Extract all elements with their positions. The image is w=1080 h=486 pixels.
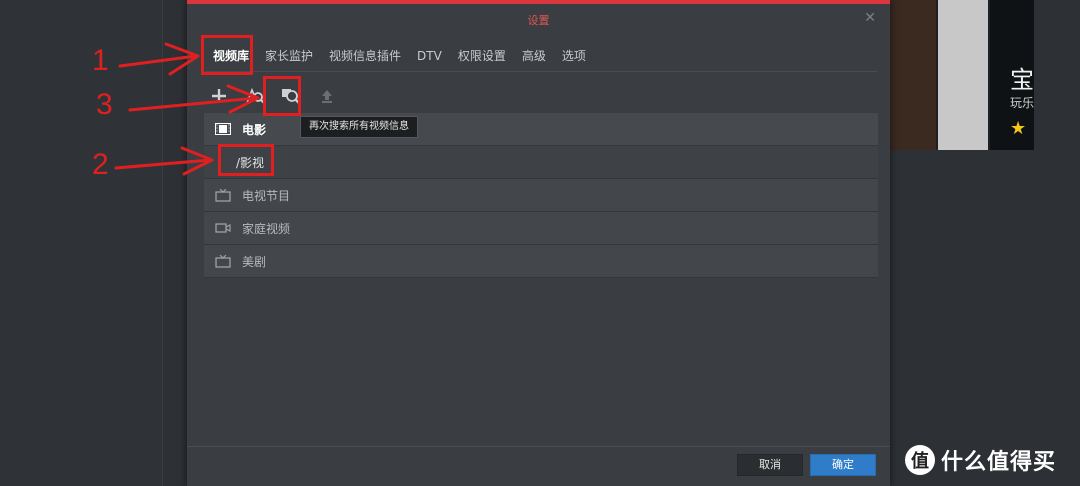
watermark-logo: 值 — [905, 445, 935, 475]
library-folder-path[interactable]: /影视 — [204, 146, 878, 179]
library-label: 电影 — [242, 122, 267, 137]
rescan-tooltip: 再次搜索所有视频信息 — [300, 116, 418, 138]
tab-parental-control[interactable]: 家长监护 — [257, 46, 321, 66]
library-row-home-videos[interactable]: 家庭视频 — [204, 212, 878, 245]
watermark: 值 什么值得买 — [905, 440, 1075, 480]
tv-icon — [214, 188, 232, 202]
video-camera-icon — [214, 221, 232, 235]
library-label: 家庭视频 — [242, 221, 291, 236]
annotation-box-1 — [201, 35, 253, 75]
tab-dtv[interactable]: DTV — [409, 46, 450, 66]
library-row-tv-shows[interactable]: 电视节目 — [204, 179, 878, 212]
annotation-number-3: 3 — [96, 88, 113, 121]
tabs-divider — [205, 71, 877, 72]
background-sidebar — [0, 0, 163, 486]
dialog-title: 设置 — [527, 14, 550, 27]
tab-metadata-plugins[interactable]: 视频信息插件 — [321, 46, 409, 66]
tab-permissions[interactable]: 权限设置 — [450, 46, 514, 66]
close-icon[interactable]: ✕ — [864, 10, 876, 26]
tab-bar: 视频库 家长监护 视频信息插件 DTV 权限设置 高级 选项 — [205, 46, 594, 66]
upload-icon[interactable] — [315, 84, 339, 108]
film-icon — [214, 122, 232, 136]
annotation-box-3 — [263, 76, 301, 116]
annotation-box-2 — [218, 144, 274, 176]
featured-subtitle: 玩乐 — [1010, 96, 1035, 110]
dialog-accent-bar — [187, 0, 890, 4]
featured-title: 宝 — [1010, 66, 1034, 94]
footer-divider — [187, 446, 890, 447]
poster-2[interactable] — [938, 0, 988, 150]
cancel-button[interactable]: 取消 — [737, 454, 803, 476]
watermark-text: 什么值得买 — [941, 450, 1057, 475]
poster-1[interactable] — [888, 0, 936, 150]
tv-icon — [214, 254, 232, 268]
annotation-number-1: 1 — [92, 44, 109, 77]
tab-options[interactable]: 选项 — [554, 46, 594, 66]
ok-button[interactable]: 确定 — [810, 454, 876, 476]
plus-icon[interactable] — [207, 84, 231, 108]
star-icon: ★ — [1010, 118, 1027, 139]
annotation-number-2: 2 — [92, 148, 109, 181]
library-label: 美剧 — [242, 254, 267, 269]
library-label: 电视节目 — [242, 188, 291, 203]
library-row-us-series[interactable]: 美剧 — [204, 245, 878, 278]
tab-advanced[interactable]: 高级 — [514, 46, 554, 66]
